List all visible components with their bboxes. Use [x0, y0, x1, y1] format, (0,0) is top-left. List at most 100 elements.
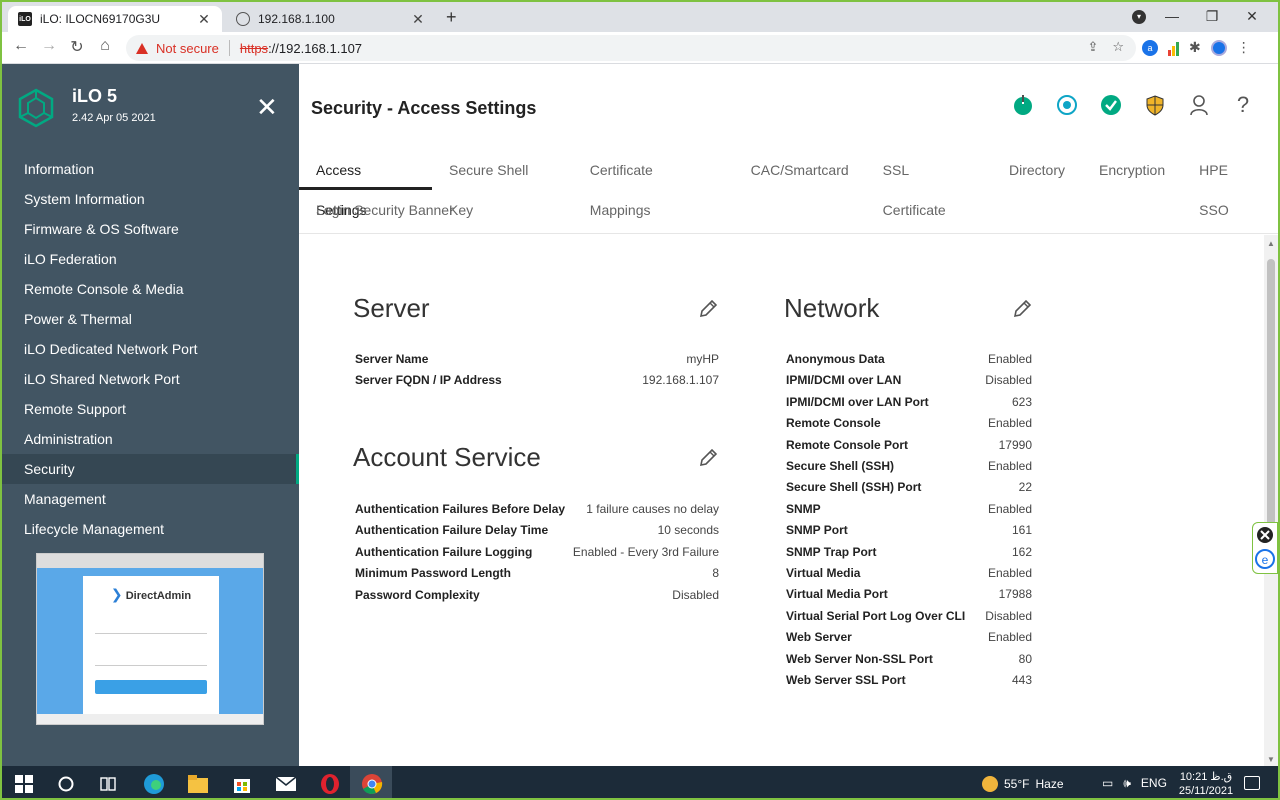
tab-bar: Access Settings Secure Shell Key Certifi…: [299, 150, 1278, 234]
network-row: Secure Shell (SSH) Enabled: [786, 456, 1032, 477]
back-button[interactable]: ←: [10, 37, 32, 55]
sidebar-item-information[interactable]: Information: [2, 154, 299, 184]
tab-cac-smartcard[interactable]: CAC/Smartcard: [734, 150, 866, 190]
edit-network-pencil-icon[interactable]: [1011, 298, 1033, 320]
row-key: Authentication Failure Delay Time: [355, 523, 549, 538]
close-tab-icon[interactable]: ✕: [410, 11, 426, 28]
restore-button[interactable]: ❐: [1192, 5, 1232, 27]
sidebar-item-firmware-os-software[interactable]: Firmware & OS Software: [2, 214, 299, 244]
security-shield-icon[interactable]: [1144, 94, 1166, 116]
sidebar-item-administration[interactable]: Administration: [2, 424, 299, 454]
clock[interactable]: 10:21 ق.ظ 25/11/2021: [1176, 770, 1236, 798]
address-bar[interactable]: Not secure https ://192.168.1.107 ⇪ ☆: [126, 35, 1136, 61]
row-key: Authentication Failure Logging: [355, 544, 533, 559]
settings-content: Server Server Name myHP Server FQDN / IP …: [299, 235, 1264, 766]
tab-hpe-sso[interactable]: HPE SSO: [1182, 150, 1278, 218]
sidebar-item-remote-console-media[interactable]: Remote Console & Media: [2, 274, 299, 304]
weather-widget[interactable]: 55°F Haze: [982, 776, 1064, 792]
tab-secure-shell-key[interactable]: Secure Shell Key: [432, 150, 573, 218]
row-value: 443: [1011, 673, 1032, 687]
extension-a-icon[interactable]: a: [1142, 39, 1158, 56]
tab-certificate-mappings[interactable]: Certificate Mappings: [573, 150, 734, 218]
puzzle-extensions-icon[interactable]: ✱: [1189, 39, 1201, 56]
sidebar-item-dedicated-network-port[interactable]: iLO Dedicated Network Port: [2, 334, 299, 364]
language-indicator[interactable]: ENG: [1141, 776, 1167, 791]
weather-description: Haze: [1035, 777, 1064, 791]
edit-account-pencil-icon[interactable]: [697, 447, 719, 469]
thumbnail-brand: ❯ DirectAdmin: [83, 586, 219, 603]
tab-login-security-banner[interactable]: Login Security Banner: [299, 190, 471, 230]
browser-tab-title: 192.168.1.100: [258, 12, 335, 26]
row-value: 22: [1018, 480, 1032, 495]
notification-center-icon[interactable]: [1244, 776, 1260, 790]
browser-tab-other[interactable]: 192.168.1.100 ✕: [226, 6, 436, 32]
task-view-icon[interactable]: [96, 772, 120, 796]
uid-icon[interactable]: [1056, 94, 1078, 116]
user-icon[interactable]: [1188, 94, 1210, 116]
opera-browser-icon[interactable]: [318, 772, 342, 796]
share-icon[interactable]: ⇪: [1087, 39, 1098, 55]
row-key: Remote Console: [786, 416, 881, 431]
tab-search-icon[interactable]: ▾: [1132, 10, 1146, 24]
reload-button[interactable]: ↻: [66, 37, 88, 57]
scroll-down-arrow-icon[interactable]: ▼: [1267, 755, 1275, 764]
tab-access-settings[interactable]: Access Settings: [299, 150, 433, 218]
help-icon[interactable]: ?: [1232, 92, 1254, 117]
scroll-up-arrow-icon[interactable]: ▲: [1267, 239, 1275, 248]
row-key: IPMI/DCMI over LAN: [786, 373, 902, 388]
row-key: SNMP: [786, 501, 821, 516]
close-window-button[interactable]: ✕: [1232, 5, 1272, 27]
new-tab-button[interactable]: +: [446, 7, 457, 28]
url-scheme: https: [239, 40, 269, 56]
row-key: Virtual Media: [786, 566, 861, 580]
close-tab-icon[interactable]: ✕: [196, 11, 212, 28]
close-sidebar-icon[interactable]: ✕: [256, 94, 278, 120]
tab-ssl-certificate[interactable]: SSL Certificate: [866, 150, 992, 218]
sidebar-item-security[interactable]: Security: [2, 454, 299, 484]
file-explorer-icon[interactable]: [186, 772, 210, 796]
sidebar-item-ilo-federation[interactable]: iLO Federation: [2, 244, 299, 274]
bookmark-star-icon[interactable]: ☆: [1112, 39, 1124, 55]
profile-avatar-icon[interactable]: [1210, 39, 1227, 56]
forward-button[interactable]: →: [38, 37, 60, 55]
scroll-thumb[interactable]: [1267, 259, 1275, 531]
remote-console-thumbnail[interactable]: ❯ DirectAdmin: [36, 553, 264, 725]
edit-server-pencil-icon[interactable]: [697, 298, 719, 320]
home-button[interactable]: ⌂: [94, 37, 116, 55]
weather-temperature: 55°F: [1004, 777, 1030, 791]
tab-row-1: Access Settings Secure Shell Key Certifi…: [299, 150, 1278, 218]
tab-directory[interactable]: Directory: [992, 150, 1082, 190]
mail-envelope-icon[interactable]: [274, 772, 298, 796]
network-icon[interactable]: ▭: [1102, 776, 1113, 791]
network-section-title: Network: [784, 293, 880, 323]
volume-icon[interactable]: 🕪: [1123, 776, 1131, 791]
warning-icon: [136, 42, 148, 54]
menu-kebab-icon[interactable]: ⋮: [1237, 39, 1251, 56]
side-widget[interactable]: e: [1252, 522, 1278, 574]
row-key: Password Complexity: [355, 587, 480, 602]
sidebar-item-lifecycle-management[interactable]: Lifecycle Management: [2, 514, 299, 544]
close-circle-icon[interactable]: e: [1253, 523, 1277, 573]
sidebar-item-power-thermal[interactable]: Power & Thermal: [2, 304, 299, 334]
store-bag-icon[interactable]: [230, 772, 254, 796]
row-value: 8: [712, 566, 719, 581]
minimize-button[interactable]: —: [1152, 5, 1192, 27]
power-icon[interactable]: [1012, 94, 1034, 116]
health-ok-icon[interactable]: [1100, 94, 1122, 116]
security-status[interactable]: Not secure: [156, 41, 219, 56]
content-scrollbar[interactable]: ▲ ▼: [1264, 235, 1278, 766]
browser-toolbar: ← → ↻ ⌂ Not secure https ://192.168.1.10…: [2, 32, 1278, 64]
tab-encryption[interactable]: Encryption: [1082, 150, 1182, 190]
browser-tab-ilo[interactable]: iLO iLO: ILOCN69170G3U ✕: [8, 6, 222, 32]
chrome-browser-icon[interactable]: [360, 772, 384, 796]
sidebar-item-shared-network-port[interactable]: iLO Shared Network Port: [2, 364, 299, 394]
bar-chart-extension-icon[interactable]: [1168, 40, 1179, 56]
row-key: Minimum Password Length: [355, 566, 512, 581]
sidebar-item-system-information[interactable]: System Information: [2, 184, 299, 214]
main-panel: Security - Access Settings ? Access Sett…: [299, 64, 1278, 766]
sidebar-item-remote-support[interactable]: Remote Support: [2, 394, 299, 424]
sidebar-item-management[interactable]: Management: [2, 484, 299, 514]
search-circle-icon[interactable]: [54, 772, 78, 796]
edge-browser-icon[interactable]: [142, 772, 166, 796]
windows-start-icon[interactable]: [12, 772, 36, 796]
